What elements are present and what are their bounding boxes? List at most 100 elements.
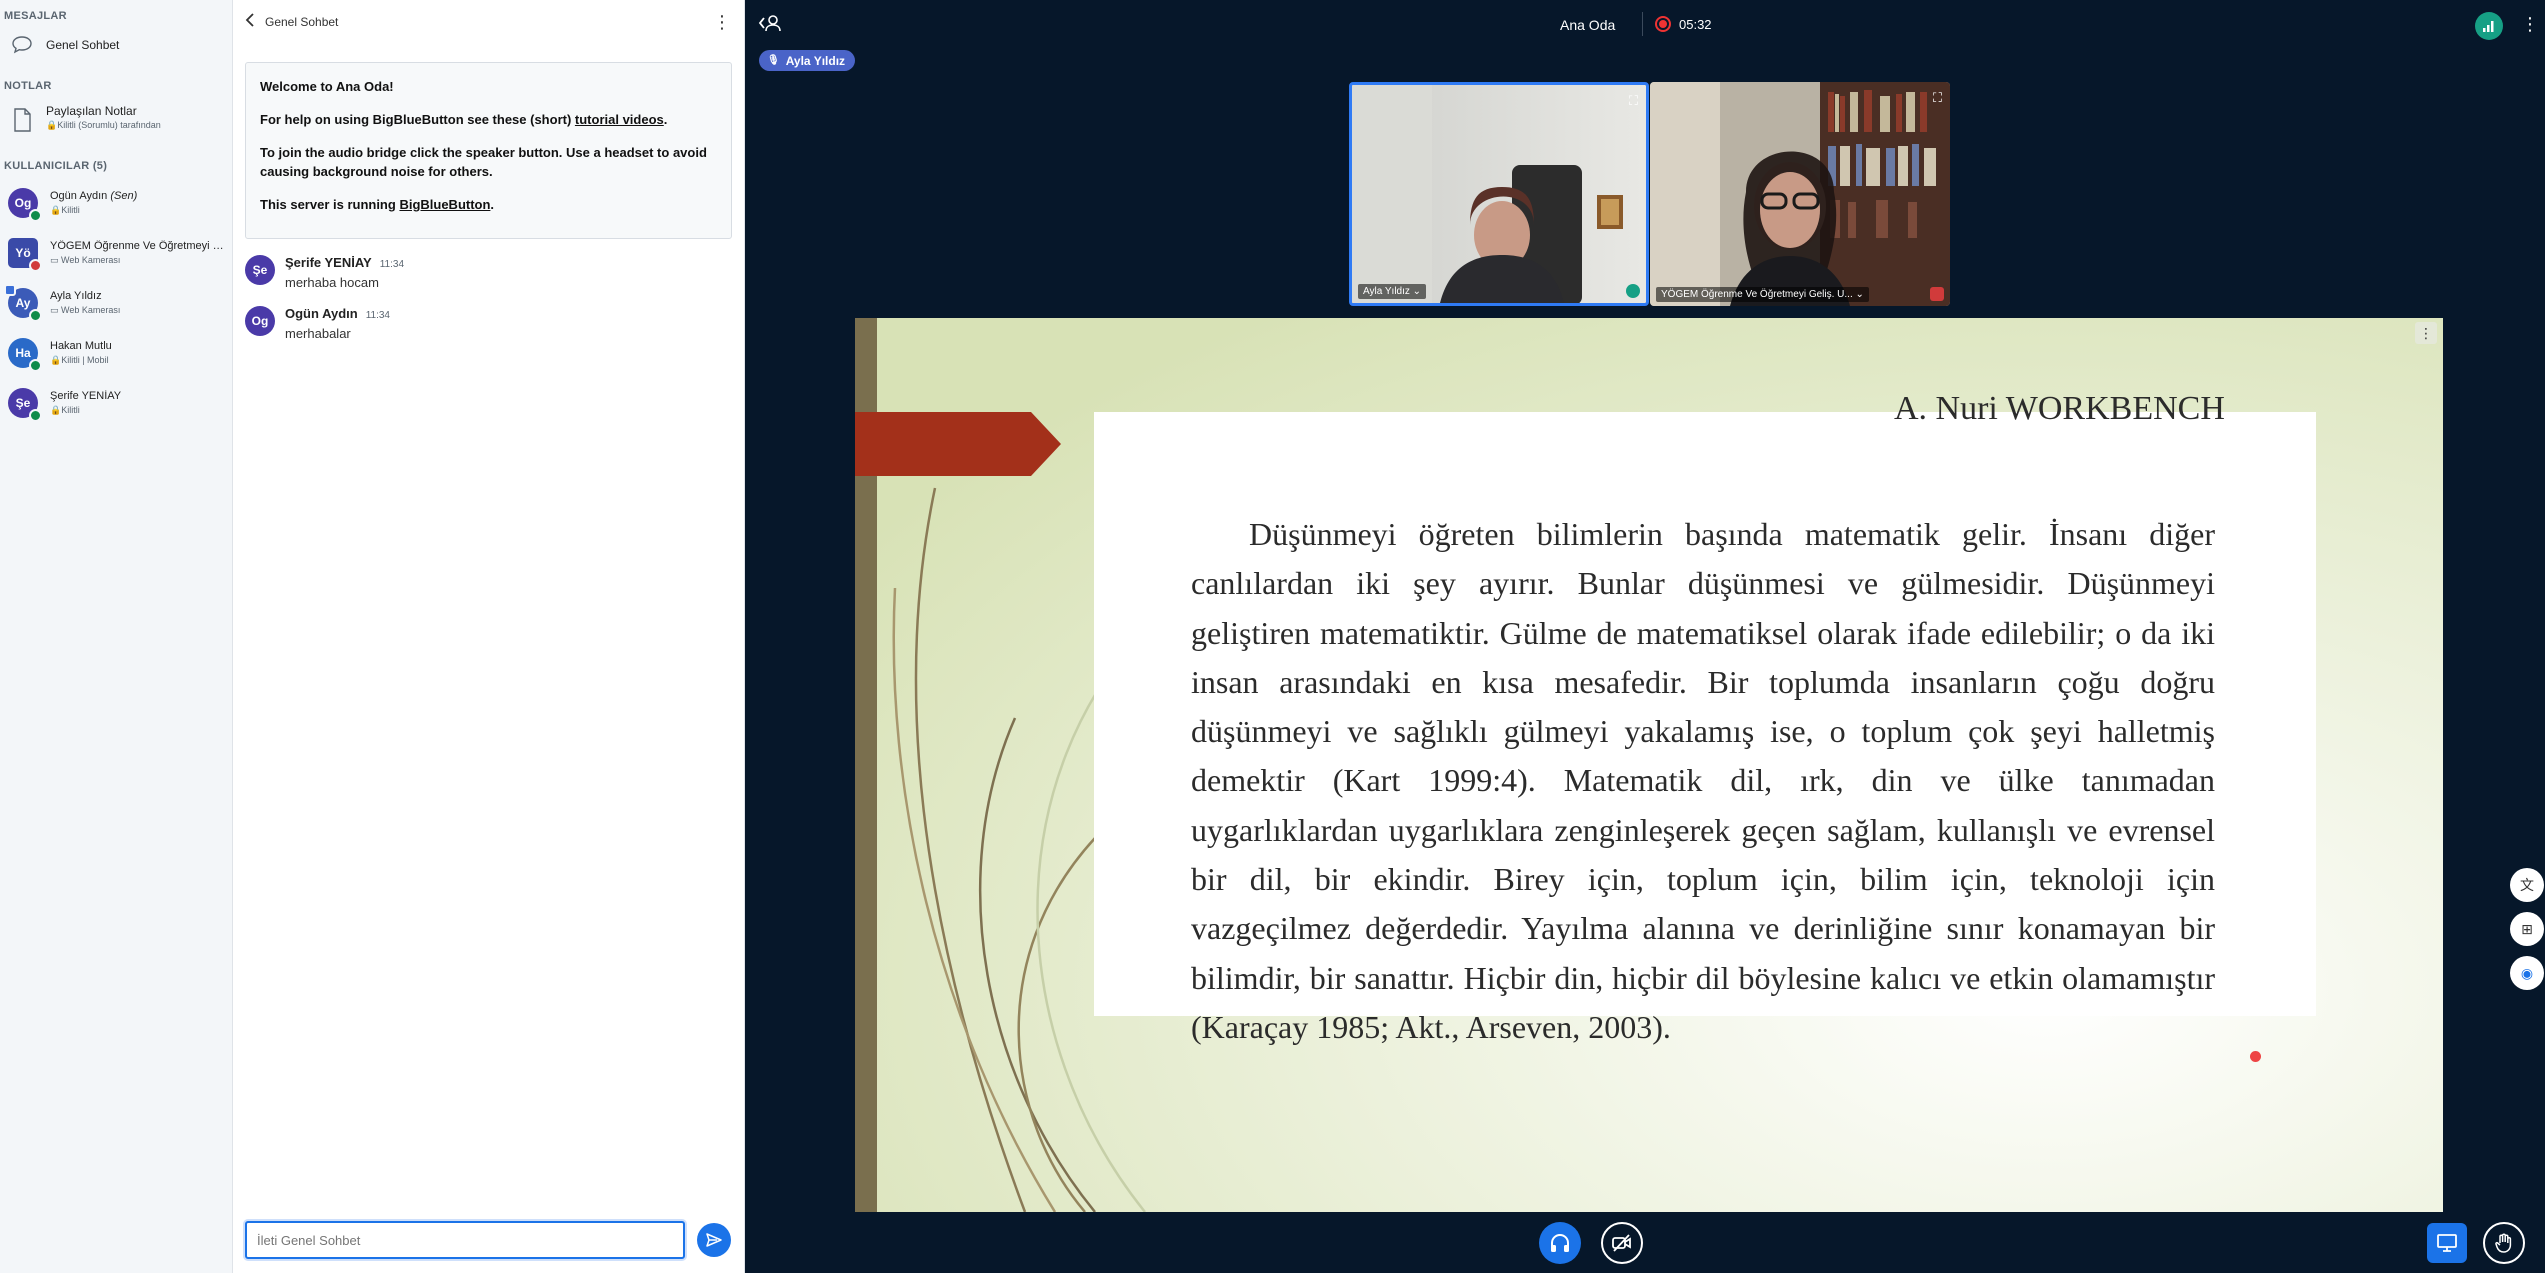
bigbluebutton-link[interactable]: BigBlueButton bbox=[399, 197, 490, 212]
webcam-feed bbox=[1650, 82, 1950, 306]
user-status-text: Web Kamerası bbox=[61, 255, 121, 265]
video-user-name-text: Ayla Yıldız bbox=[1363, 286, 1410, 297]
author-name: Şerife YENİAY bbox=[285, 255, 372, 270]
user-status: ▭ Web Kamerası bbox=[50, 255, 230, 266]
record-icon bbox=[1655, 16, 1671, 32]
presentation-options-icon[interactable]: ⋮ bbox=[2415, 322, 2437, 344]
recording-time: 05:32 bbox=[1679, 16, 1712, 32]
fullscreen-icon[interactable]: ⛶ bbox=[1933, 90, 1942, 106]
lock-icon: 🔒 bbox=[50, 205, 62, 215]
user-item[interactable]: Yö YÖGEM Öğrenme Ve Öğretmeyi Geliş... ▭… bbox=[0, 228, 232, 278]
webcam-feed bbox=[1352, 85, 1646, 303]
talking-indicator[interactable]: 🎙 Ayla Yıldız bbox=[759, 50, 856, 71]
user-status-text: Kilitli bbox=[61, 405, 80, 415]
talking-user-name: Ayla Yıldız bbox=[785, 53, 846, 68]
chat-bubble-icon bbox=[8, 32, 36, 58]
notes-section-title: NOTLAR bbox=[4, 80, 52, 92]
punctuation: . bbox=[490, 197, 495, 212]
main-area: Ana Oda 05:32 ⋮ 🎙 Ayla Yıldız ⛶ Ayla Yıl… bbox=[745, 0, 2545, 1273]
toggle-userlist-button[interactable] bbox=[757, 13, 783, 38]
floating-tools: 文 ⊞ ◉ bbox=[2510, 868, 2544, 1000]
apps-icon[interactable]: ⊞ bbox=[2510, 912, 2544, 946]
share-webcam-button[interactable] bbox=[1601, 1222, 1643, 1264]
video-tile[interactable]: ⛶ Ayla Yıldız ⌄ bbox=[1349, 82, 1649, 306]
user-item[interactable]: Şe Şerife YENİAY 🔒Kilitli bbox=[0, 378, 232, 428]
video-user-name[interactable]: Ayla Yıldız ⌄ bbox=[1358, 284, 1427, 299]
chat-message: Og Ogün Aydın 11:34 merhabalar bbox=[233, 290, 744, 341]
presentation-icon bbox=[2437, 1234, 2457, 1252]
chevron-left-icon[interactable] bbox=[245, 12, 257, 32]
avatar: Yö bbox=[8, 238, 42, 272]
user-item[interactable]: Ay Ayla Yıldız ▭ Web Kamerası bbox=[0, 278, 232, 328]
welcome-help-text: For help on using BigBlueButton see thes… bbox=[260, 112, 575, 127]
lock-icon: 🔒 bbox=[46, 120, 58, 130]
user-list-panel: MESAJLAR Genel Sohbet NOTLAR Paylaşılan … bbox=[0, 0, 233, 1273]
options-menu-icon[interactable]: ⋮ bbox=[2521, 14, 2539, 35]
assistant-icon[interactable]: ◉ bbox=[2510, 956, 2544, 990]
hand-icon bbox=[2495, 1233, 2512, 1253]
translate-icon[interactable]: 文 bbox=[2510, 868, 2544, 902]
avatar: Şe bbox=[8, 388, 42, 422]
microphone-icon: 🎙 bbox=[767, 55, 780, 66]
shared-notes-sub: 🔒Kilitli (Sorumlu) tarafından bbox=[46, 120, 161, 131]
mic-muted-icon bbox=[29, 259, 42, 272]
user-status-text: Web Kamerası bbox=[61, 305, 121, 315]
user-status-text: Kilitli | Mobil bbox=[61, 355, 109, 365]
leave-audio-button[interactable] bbox=[1539, 1222, 1581, 1264]
avatar-initials: Şe bbox=[15, 396, 31, 410]
user-item[interactable]: Og Ogün Aydın (Sen) 🔒Kilitli bbox=[0, 178, 232, 228]
chat-composer bbox=[245, 1221, 731, 1259]
video-tile[interactable]: ⛶ YÖGEM Öğrenme Ve Öğretmeyi Geliş. U...… bbox=[1650, 82, 1950, 306]
send-message-button[interactable] bbox=[697, 1223, 731, 1257]
video-user-name[interactable]: YÖGEM Öğrenme Ve Öğretmeyi Geliş. U... ⌄ bbox=[1656, 287, 1869, 302]
welcome-server-text: This server is running bbox=[260, 197, 400, 212]
users-section-title: KULLANICILAR (5) bbox=[4, 160, 108, 172]
avatar-initials: Yö bbox=[15, 246, 31, 260]
presentation-toggle-button[interactable] bbox=[2427, 1223, 2467, 1263]
author-name: Ogün Aydın bbox=[285, 306, 358, 321]
mic-status-icon bbox=[29, 409, 42, 422]
user-name: Ogün Aydın (Sen) bbox=[50, 190, 137, 202]
avatar-initials: Og bbox=[14, 196, 32, 210]
lock-icon: 🔒 bbox=[50, 405, 62, 415]
avatar-initials: Ha bbox=[15, 346, 31, 360]
laser-pointer bbox=[2250, 1051, 2261, 1062]
message-text: merhaba hocam bbox=[285, 275, 379, 290]
shared-notes-item[interactable]: Paylaşılan Notlar 🔒Kilitli (Sorumlu) tar… bbox=[0, 98, 232, 146]
user-status: 🔒Kilitli | Mobil bbox=[50, 355, 112, 366]
headphones-icon bbox=[1551, 1234, 1569, 1252]
chat-title: Genel Sohbet bbox=[265, 15, 339, 29]
user-item[interactable]: Ha Hakan Mutlu 🔒Kilitli | Mobil bbox=[0, 328, 232, 378]
fullscreen-icon[interactable]: ⛶ bbox=[1629, 93, 1638, 109]
presenter-icon bbox=[4, 284, 16, 296]
connection-status-button[interactable] bbox=[2475, 12, 2503, 40]
top-bar: Ana Oda 05:32 ⋮ bbox=[745, 0, 2545, 50]
public-chat-item[interactable]: Genel Sohbet bbox=[0, 28, 232, 62]
tutorial-videos-link[interactable]: tutorial videos bbox=[575, 112, 664, 127]
recording-indicator[interactable]: 05:32 bbox=[1642, 12, 1712, 36]
slide-cut-heading: A. Nuri WORKBENCH bbox=[1894, 390, 2225, 427]
user-status: 🔒Kilitli bbox=[50, 205, 137, 216]
user-name: Hakan Mutlu bbox=[50, 340, 112, 352]
raise-hand-button[interactable] bbox=[2483, 1222, 2525, 1264]
you-tag: (Sen) bbox=[110, 190, 138, 202]
video-user-name-text: YÖGEM Öğrenme Ve Öğretmeyi Geliş. U... bbox=[1661, 289, 1853, 300]
chat-options-icon[interactable]: ⋮ bbox=[712, 12, 732, 33]
slide-arrow-shape bbox=[855, 412, 1061, 476]
presentation-area[interactable]: A. Nuri WORKBENCH Düşünmeyi öğreten bili… bbox=[855, 318, 2443, 1212]
document-icon bbox=[8, 104, 36, 132]
mic-status-icon bbox=[29, 209, 42, 222]
messages-section-title: MESAJLAR bbox=[4, 10, 67, 22]
mic-status-icon bbox=[29, 309, 42, 322]
webcam-icon: ▭ bbox=[50, 255, 59, 265]
chat-panel: Genel Sohbet ⋮ Welcome to Ana Oda! For h… bbox=[233, 0, 745, 1273]
avatar: Ay bbox=[4, 284, 42, 322]
user-name: YÖGEM Öğrenme Ve Öğretmeyi Geliş... bbox=[50, 240, 230, 252]
avatar: Şe bbox=[245, 255, 275, 285]
welcome-message: Welcome to Ana Oda! For help on using Bi… bbox=[245, 62, 732, 239]
users-toggle-icon bbox=[758, 15, 781, 32]
video-off-icon bbox=[1612, 1234, 1631, 1252]
chat-message-input[interactable] bbox=[245, 1221, 685, 1259]
mic-muted-icon bbox=[1930, 287, 1944, 301]
room-title: Ana Oda bbox=[1560, 17, 1616, 33]
